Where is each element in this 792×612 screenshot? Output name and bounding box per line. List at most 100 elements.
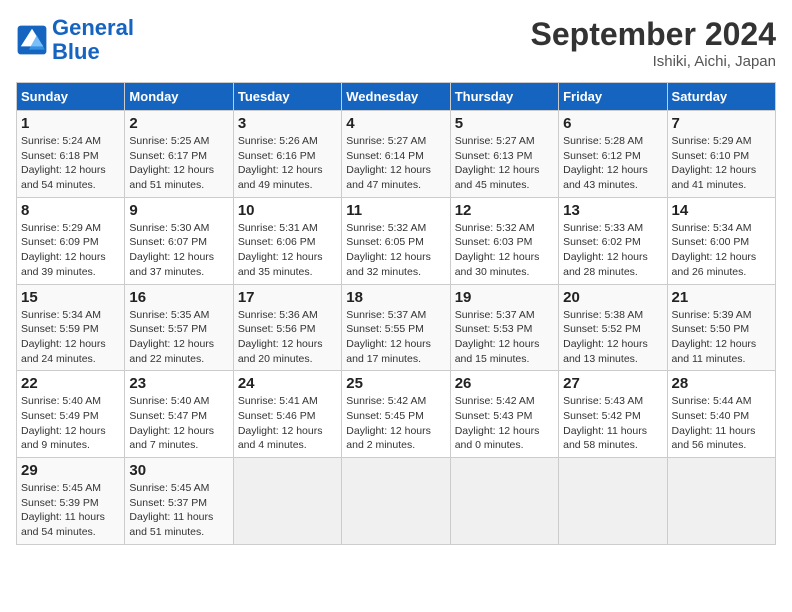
month-title: September 2024 — [531, 16, 776, 53]
calendar-day-cell: 26 Sunrise: 5:42 AM Sunset: 5:43 PM Dayli… — [450, 371, 558, 458]
calendar-week-row: 22 Sunrise: 5:40 AM Sunset: 5:49 PM Dayli… — [17, 371, 776, 458]
day-number: 25 — [346, 375, 445, 392]
col-header-saturday: Saturday — [667, 83, 775, 111]
calendar-header-row: SundayMondayTuesdayWednesdayThursdayFrid… — [17, 83, 776, 111]
day-number: 2 — [129, 115, 228, 132]
calendar-day-cell — [450, 458, 558, 545]
calendar-table: SundayMondayTuesdayWednesdayThursdayFrid… — [16, 82, 776, 545]
day-info: Sunrise: 5:32 AM Sunset: 6:03 PM Dayligh… — [455, 221, 554, 280]
calendar-week-row: 1Sunrise: 5:24 AM Sunset: 6:18 PM Daylig… — [17, 111, 776, 198]
calendar-day-cell: 18Sunrise: 5:37 AM Sunset: 5:55 PM Dayli… — [342, 284, 450, 371]
day-number: 30 — [129, 462, 228, 479]
calendar-day-cell: 19Sunrise: 5:37 AM Sunset: 5:53 PM Dayli… — [450, 284, 558, 371]
day-number: 11 — [346, 202, 445, 219]
calendar-day-cell: 20 Sunrise: 5:38 AM Sunset: 5:52 PM Dayli… — [559, 284, 667, 371]
day-number: 15 — [21, 289, 120, 306]
day-info: Sunrise: 5:42 AM Sunset: 5:43 PM Dayligh… — [455, 394, 554, 453]
day-info: Sunrise: 5:27 AM Sunset: 6:13 PM Dayligh… — [455, 134, 554, 193]
calendar-week-row: 8 Sunrise: 5:29 AM Sunset: 6:09 PM Daylig… — [17, 197, 776, 284]
day-number: 8 — [21, 202, 120, 219]
calendar-day-cell: 30 Sunrise: 5:45 AM Sunset: 5:37 PM Dayli… — [125, 458, 233, 545]
calendar-day-cell: 6 Sunrise: 5:28 AM Sunset: 6:12 PM Daylig… — [559, 111, 667, 198]
day-info: Sunrise: 5:41 AM Sunset: 5:46 PM Dayligh… — [238, 394, 337, 453]
calendar-day-cell: 21 Sunrise: 5:39 AM Sunset: 5:50 PM Dayli… — [667, 284, 775, 371]
day-number: 26 — [455, 375, 554, 392]
day-number: 10 — [238, 202, 337, 219]
calendar-day-cell: 7 Sunrise: 5:29 AM Sunset: 6:10 PM Daylig… — [667, 111, 775, 198]
calendar-week-row: 29Sunrise: 5:45 AM Sunset: 5:39 PM Dayli… — [17, 458, 776, 545]
day-info: Sunrise: 5:29 AM Sunset: 6:10 PM Dayligh… — [672, 134, 771, 193]
day-number: 23 — [129, 375, 228, 392]
day-number: 12 — [455, 202, 554, 219]
logo-line2: Blue — [52, 39, 100, 64]
col-header-tuesday: Tuesday — [233, 83, 341, 111]
day-number: 5 — [455, 115, 554, 132]
calendar-day-cell — [233, 458, 341, 545]
day-number: 7 — [672, 115, 771, 132]
calendar-day-cell: 22 Sunrise: 5:40 AM Sunset: 5:49 PM Dayli… — [17, 371, 125, 458]
day-info: Sunrise: 5:34 AM Sunset: 5:59 PM Dayligh… — [21, 308, 120, 367]
day-info: Sunrise: 5:28 AM Sunset: 6:12 PM Dayligh… — [563, 134, 662, 193]
calendar-day-cell: 17 Sunrise: 5:36 AM Sunset: 5:56 PM Dayli… — [233, 284, 341, 371]
day-number: 20 — [563, 289, 662, 306]
calendar-day-cell: 23 Sunrise: 5:40 AM Sunset: 5:47 PM Dayli… — [125, 371, 233, 458]
day-info: Sunrise: 5:31 AM Sunset: 6:06 PM Dayligh… — [238, 221, 337, 280]
day-number: 21 — [672, 289, 771, 306]
day-info: Sunrise: 5:43 AM Sunset: 5:42 PM Dayligh… — [563, 394, 662, 453]
logo-icon — [16, 24, 48, 56]
calendar-day-cell: 4Sunrise: 5:27 AM Sunset: 6:14 PM Daylig… — [342, 111, 450, 198]
day-info: Sunrise: 5:37 AM Sunset: 5:55 PM Dayligh… — [346, 308, 445, 367]
day-info: Sunrise: 5:42 AM Sunset: 5:45 PM Dayligh… — [346, 394, 445, 453]
day-info: Sunrise: 5:40 AM Sunset: 5:47 PM Dayligh… — [129, 394, 228, 453]
calendar-day-cell: 29Sunrise: 5:45 AM Sunset: 5:39 PM Dayli… — [17, 458, 125, 545]
calendar-day-cell: 11 Sunrise: 5:32 AM Sunset: 6:05 PM Dayli… — [342, 197, 450, 284]
calendar-day-cell: 16 Sunrise: 5:35 AM Sunset: 5:57 PM Dayli… — [125, 284, 233, 371]
day-info: Sunrise: 5:25 AM Sunset: 6:17 PM Dayligh… — [129, 134, 228, 193]
day-info: Sunrise: 5:40 AM Sunset: 5:49 PM Dayligh… — [21, 394, 120, 453]
page-header: General Blue September 2024 Ishiki, Aich… — [16, 16, 776, 70]
calendar-day-cell: 2 Sunrise: 5:25 AM Sunset: 6:17 PM Daylig… — [125, 111, 233, 198]
day-info: Sunrise: 5:45 AM Sunset: 5:37 PM Dayligh… — [129, 481, 228, 540]
col-header-monday: Monday — [125, 83, 233, 111]
day-number: 17 — [238, 289, 337, 306]
day-number: 24 — [238, 375, 337, 392]
calendar-day-cell: 24 Sunrise: 5:41 AM Sunset: 5:46 PM Dayli… — [233, 371, 341, 458]
calendar-day-cell: 9Sunrise: 5:30 AM Sunset: 6:07 PM Daylig… — [125, 197, 233, 284]
day-number: 28 — [672, 375, 771, 392]
day-info: Sunrise: 5:29 AM Sunset: 6:09 PM Dayligh… — [21, 221, 120, 280]
day-number: 3 — [238, 115, 337, 132]
calendar-day-cell: 12 Sunrise: 5:32 AM Sunset: 6:03 PM Dayli… — [450, 197, 558, 284]
day-info: Sunrise: 5:38 AM Sunset: 5:52 PM Dayligh… — [563, 308, 662, 367]
col-header-wednesday: Wednesday — [342, 83, 450, 111]
day-number: 16 — [129, 289, 228, 306]
day-info: Sunrise: 5:26 AM Sunset: 6:16 PM Dayligh… — [238, 134, 337, 193]
calendar-day-cell: 15 Sunrise: 5:34 AM Sunset: 5:59 PM Dayli… — [17, 284, 125, 371]
calendar-day-cell — [342, 458, 450, 545]
logo-line1: General — [52, 15, 134, 40]
day-number: 13 — [563, 202, 662, 219]
day-info: Sunrise: 5:45 AM Sunset: 5:39 PM Dayligh… — [21, 481, 120, 540]
calendar-day-cell — [667, 458, 775, 545]
calendar-day-cell: 1Sunrise: 5:24 AM Sunset: 6:18 PM Daylig… — [17, 111, 125, 198]
calendar-week-row: 15 Sunrise: 5:34 AM Sunset: 5:59 PM Dayli… — [17, 284, 776, 371]
day-info: Sunrise: 5:34 AM Sunset: 6:00 PM Dayligh… — [672, 221, 771, 280]
col-header-friday: Friday — [559, 83, 667, 111]
day-info: Sunrise: 5:39 AM Sunset: 5:50 PM Dayligh… — [672, 308, 771, 367]
logo-text: General Blue — [52, 16, 134, 64]
day-number: 6 — [563, 115, 662, 132]
day-number: 27 — [563, 375, 662, 392]
day-info: Sunrise: 5:27 AM Sunset: 6:14 PM Dayligh… — [346, 134, 445, 193]
day-number: 19 — [455, 289, 554, 306]
day-info: Sunrise: 5:36 AM Sunset: 5:56 PM Dayligh… — [238, 308, 337, 367]
day-number: 1 — [21, 115, 120, 132]
day-number: 22 — [21, 375, 120, 392]
calendar-day-cell — [559, 458, 667, 545]
logo: General Blue — [16, 16, 134, 64]
col-header-thursday: Thursday — [450, 83, 558, 111]
calendar-day-cell: 13Sunrise: 5:33 AM Sunset: 6:02 PM Dayli… — [559, 197, 667, 284]
calendar-day-cell: 10 Sunrise: 5:31 AM Sunset: 6:06 PM Dayli… — [233, 197, 341, 284]
day-number: 14 — [672, 202, 771, 219]
day-info: Sunrise: 5:35 AM Sunset: 5:57 PM Dayligh… — [129, 308, 228, 367]
day-info: Sunrise: 5:32 AM Sunset: 6:05 PM Dayligh… — [346, 221, 445, 280]
day-info: Sunrise: 5:44 AM Sunset: 5:40 PM Dayligh… — [672, 394, 771, 453]
